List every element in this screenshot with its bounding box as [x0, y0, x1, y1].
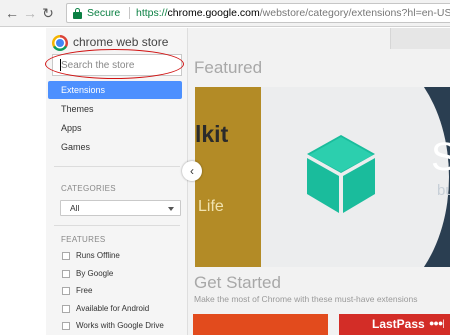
chevron-down-icon	[168, 207, 174, 211]
url-text[interactable]: https://chrome.google.com/webstore/categ…	[136, 7, 450, 19]
lastpass-dots: ●●●|	[429, 318, 445, 328]
categories-dropdown[interactable]: All	[60, 200, 181, 216]
feature-label: By Google	[76, 268, 114, 278]
carousel-slide-left[interactable]: lkit Life	[195, 87, 261, 267]
nav-item-games[interactable]: Games	[48, 138, 182, 156]
nav-item-apps[interactable]: Apps	[48, 119, 182, 137]
carousel-prev-button[interactable]: ‹	[182, 161, 202, 181]
url-separator	[129, 7, 130, 19]
address-bar[interactable]: Secure https://chrome.google.com/webstor…	[66, 3, 450, 23]
featured-carousel[interactable]: lkit Life S bu	[195, 87, 450, 267]
lastpass-logo: LastPass	[372, 317, 425, 331]
search-input[interactable]	[52, 54, 182, 76]
checkbox[interactable]	[62, 322, 70, 330]
slide-right-title: S	[431, 135, 450, 179]
checkbox[interactable]	[62, 252, 70, 260]
category-nav: Extensions Themes Apps Games	[48, 81, 182, 157]
featured-heading: Featured	[194, 58, 263, 77]
page-margin	[0, 28, 46, 335]
extension-tile[interactable]	[193, 314, 328, 335]
store-topbar	[188, 28, 450, 49]
cube-logo-icon	[307, 135, 375, 213]
extension-tile-lastpass[interactable]: LastPass ●●●|	[339, 314, 450, 335]
features-list: Runs Offline By Google Free Available fo…	[62, 249, 182, 335]
slide-subtitle: Life	[198, 198, 224, 215]
account-area[interactable]	[390, 28, 450, 49]
feature-label: Available for Android	[76, 303, 150, 313]
secure-label: Secure	[87, 7, 121, 19]
divider	[54, 166, 180, 167]
lock-icon	[73, 8, 82, 19]
back-arrow-icon[interactable]: ←	[4, 4, 20, 22]
checkbox[interactable]	[62, 287, 70, 295]
slide-title: lkit	[195, 121, 229, 147]
categories-selected: All	[70, 203, 80, 213]
chrome-logo-icon	[52, 35, 68, 51]
feature-runs-offline[interactable]: Runs Offline	[62, 249, 182, 267]
feature-works-with-google-drive[interactable]: Works with Google Drive	[62, 319, 182, 335]
feature-by-google[interactable]: By Google	[62, 267, 182, 285]
chevron-left-icon: ‹	[190, 164, 194, 178]
main-content: Featured lkit Life S bu Get Started Make…	[188, 28, 450, 335]
feature-label: Free	[76, 286, 93, 295]
get-started-heading: Get Started	[194, 273, 281, 292]
feature-free[interactable]: Free	[62, 284, 182, 302]
nav-item-extensions[interactable]: Extensions	[48, 81, 182, 99]
forward-arrow-icon[interactable]: →	[22, 4, 38, 22]
feature-label: Works with Google Drive	[76, 321, 164, 330]
reload-icon[interactable]: ↻	[40, 4, 56, 22]
nav-item-themes[interactable]: Themes	[48, 100, 182, 118]
features-heading: FEATURES	[61, 235, 106, 244]
slide-right-subtitle: bu	[437, 182, 450, 199]
store-sidebar: chrome web store Extensions Themes Apps …	[46, 28, 188, 335]
store-title: chrome web store	[73, 35, 169, 49]
get-started-subtitle: Make the most of Chrome with these must-…	[194, 294, 418, 304]
browser-toolbar: ← → ↻ Secure https://chrome.google.com/w…	[0, 0, 450, 27]
feature-available-for-android[interactable]: Available for Android	[62, 302, 182, 320]
categories-heading: CATEGORIES	[61, 184, 116, 193]
feature-label: Runs Offline	[76, 251, 120, 260]
checkbox[interactable]	[62, 269, 70, 278]
checkbox[interactable]	[62, 304, 70, 313]
divider	[54, 225, 180, 226]
search-box[interactable]	[52, 54, 182, 76]
text-cursor	[60, 59, 61, 71]
